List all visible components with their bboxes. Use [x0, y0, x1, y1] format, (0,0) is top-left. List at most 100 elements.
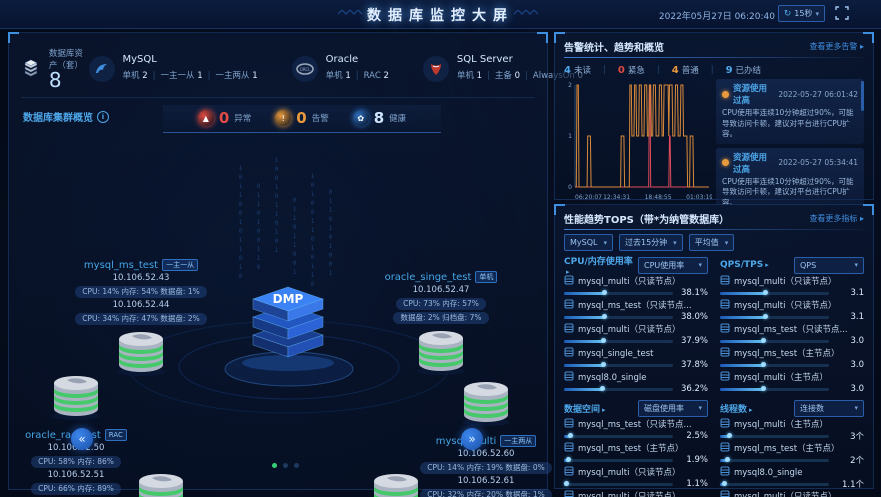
metric-row[interactable]: mysql8.0_single 1.1个 [720, 466, 864, 488]
metric-value: 3.0 [834, 360, 864, 370]
divider: | [487, 71, 490, 81]
database-mini-icon [720, 490, 730, 497]
metric-bar [720, 459, 829, 462]
node-badge: 单机 [475, 271, 497, 283]
asset-stat: 一主一从 1 [161, 71, 203, 81]
metric-value: 37.9% [678, 336, 708, 346]
metric-list-select[interactable]: CPU使用率▾ [638, 257, 708, 274]
db-node-mysql8.0_single[interactable]: mysql8.0_single 单机10.106.52.14CPU: 34% 内… [76, 469, 246, 497]
metric-row[interactable]: mysql_ms_test（只读节点... 2.5% [564, 418, 708, 440]
metric-bar [720, 292, 829, 295]
database-cylinder-icon [134, 472, 188, 497]
metric-row[interactable]: mysql_ms_test（主节点） 3.0 [720, 347, 864, 369]
metric-value: 3.1 [834, 288, 864, 298]
svg-text:1: 1 [568, 133, 572, 140]
binary-stream-decoration: 011011001 [291, 197, 298, 278]
metric-row[interactable]: mysql8.0_single 36.2% [564, 371, 708, 393]
metric-row[interactable]: mysql_single_test 37.8% [564, 347, 708, 369]
metric-row[interactable]: mysql_ms_test（主节点） 2个 [720, 442, 864, 464]
metric-instance-name: mysql_ms_test（只读节点... [734, 325, 848, 336]
metric-instance-name: mysql_multi（只读节点） [734, 277, 836, 288]
metric-row[interactable]: mysql_ms_test（只读节点... 3.0 [720, 323, 864, 345]
node-name: oracle_singe_test 单机 [385, 271, 498, 283]
pagination-dot[interactable] [272, 463, 277, 468]
alert-card[interactable]: 资源使用过高 2022-05-27 05:34:41 CPU使用率连续10分钟超… [716, 148, 864, 206]
more-metrics-link[interactable]: 查看更多指标 ▸ [809, 213, 864, 224]
metric-bar [720, 435, 829, 438]
node-metrics: 数据盘: 2% 归档盘: 7% [393, 312, 488, 324]
metric-list-select[interactable]: 磁盘使用率▾ [638, 400, 708, 417]
svg-text:ORCL: ORCL [299, 67, 311, 72]
metric-list-select[interactable]: 连接数▾ [794, 400, 864, 417]
database-mini-icon [720, 323, 730, 337]
metric-row[interactable]: mysql_multi（只读节点） 37.9% [564, 323, 708, 345]
asset-groups: MySQL 单机 2|一主一从 1|一主两从 1ORCL Oracle 单机 1… [89, 54, 617, 82]
alert-card[interactable]: 资源使用过高 2022-05-27 06:01:42 CPU使用率连续10分钟超… [716, 79, 864, 144]
info-icon[interactable]: i [97, 111, 109, 123]
metric-instance-name: mysql_multi（只读节点） [578, 325, 680, 336]
topology-next-button[interactable]: » [461, 428, 483, 450]
divider: | [525, 71, 528, 81]
cluster-panel: 数据库资产（套） 8 MySQL 单机 2|一主一从 1|一主两从 1ORCL … [8, 32, 548, 490]
more-alarms-link[interactable]: 查看更多告警 ▸ [809, 41, 864, 52]
perf-filter-select-1[interactable]: 过去15分钟▾ [619, 234, 683, 251]
database-mini-icon [564, 323, 574, 337]
divider: | [711, 65, 714, 75]
perf-filter-select-2[interactable]: 平均值▾ [689, 234, 735, 251]
pagination-dot[interactable] [294, 463, 299, 468]
metric-row[interactable]: mysql_multi（只读节点） 38.1% [564, 275, 708, 297]
scrollbar-thumb[interactable] [861, 81, 864, 111]
db-node-oracle_singe_test[interactable]: oracle_singe_test 单机10.106.52.47CPU: 73%… [356, 271, 526, 382]
metric-row[interactable]: mysql_multi（只读节点） 1.0% [564, 490, 708, 497]
metric-instance-name: mysql_multi（只读节点） [734, 301, 836, 312]
alarm-trend-chart: 01206:20:0712:34:3118:48:5501:03:19 [564, 79, 712, 207]
metric-row[interactable]: mysql_multi（主节点） 3.0 [720, 371, 864, 393]
cluster-stat-value: 8 [374, 109, 384, 127]
node-name: mysql_multi 一主两从 [436, 435, 537, 447]
perf-filter-select-0[interactable]: MySQL▾ [564, 234, 613, 251]
node-badge: 一主一从 [162, 259, 198, 271]
metric-value: 1.1% [678, 479, 708, 489]
divider [564, 229, 864, 230]
metric-instance-name: mysql_ms_test（主节点） [734, 444, 840, 455]
topology-pagination [272, 463, 299, 468]
metric-list-select[interactable]: QPS▾ [794, 257, 864, 274]
db-node-mysql_ms_test[interactable]: mysql_ms_test 一主一从10.106.52.43CPU: 14% 内… [56, 259, 226, 383]
metric-row[interactable]: mysql_multi（只读节点） 1.1% [564, 466, 708, 488]
datetime-display: 2022年05月27日 06:20:40 [659, 9, 775, 22]
refresh-interval-select[interactable]: ↻ 15秒 ▾ [778, 5, 825, 22]
metric-value: 3.0 [834, 384, 864, 394]
topology-prev-button[interactable]: « [71, 428, 93, 450]
metric-row[interactable]: mysql_multi（只读节点） 3.1 [720, 275, 864, 297]
alarm-panel-title: 告警统计、趋势和概览 [564, 39, 664, 54]
mysql-logo-icon [89, 56, 115, 82]
asset-group-name: Oracle [326, 54, 389, 65]
svg-text:06:20:07: 06:20:07 [575, 194, 602, 201]
database-mini-icon [720, 347, 730, 361]
metric-value: 36.2% [678, 384, 708, 394]
cluster-stat-label: 异常 [234, 112, 251, 124]
db-node-mysql_single_test[interactable]: mysql_single_test 单机10.106.52.40CPU: 32%… [311, 469, 481, 497]
metric-row[interactable]: mysql_multi（只读节点） 3.1 [720, 299, 864, 321]
metric-bar [564, 364, 673, 367]
metric-instance-name: mysql8.0_single [734, 468, 802, 479]
metric-row[interactable]: mysql_multi（主节点） 3个 [720, 418, 864, 440]
pagination-dot[interactable] [283, 463, 288, 468]
asset-stat: 单机 1 [457, 71, 482, 81]
database-mini-icon [720, 299, 730, 313]
chevron-down-icon: ▾ [725, 239, 729, 247]
divider: | [356, 71, 359, 81]
metric-row[interactable]: mysql_ms_test（主节点） 1.9% [564, 442, 708, 464]
alert-title: 资源使用过高 [733, 151, 774, 175]
metric-list-QPS/TPS: QPS/TPS▸ QPS▾ mysql_multi（只读节点） 3.1 mysq… [720, 257, 864, 395]
perf-metric-grid: CPU/内存使用率▸ CPU使用率▾ mysql_multi（只读节点） 38.… [564, 257, 864, 497]
alert-body: CPU使用率连续10分钟超过90%，可能导致访问卡顿，建议对平台进行CPU扩容。 [722, 108, 858, 140]
divider: | [153, 71, 156, 81]
asset-total-value: 8 [49, 71, 89, 89]
metric-list-title: CPU/内存使用率▸ [564, 254, 638, 277]
alert-list[interactable]: 资源使用过高 2022-05-27 06:01:42 CPU使用率连续10分钟超… [716, 79, 864, 205]
svg-text:18:48:55: 18:48:55 [645, 194, 672, 201]
fullscreen-icon[interactable] [835, 6, 849, 20]
metric-row[interactable]: mysql_ms_test（只读节点... 38.0% [564, 299, 708, 321]
metric-row[interactable]: mysql_multi（只读节点） 1个 [720, 490, 864, 497]
